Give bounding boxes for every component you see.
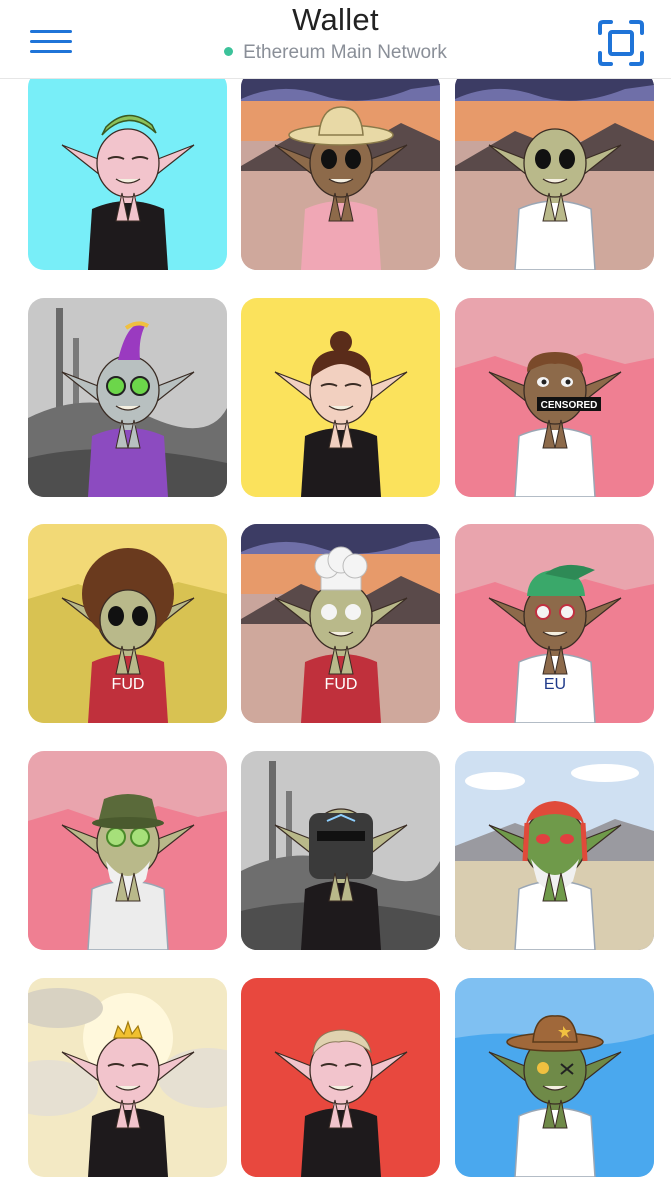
collectible-card[interactable] bbox=[455, 71, 654, 270]
page-title: Wallet bbox=[292, 2, 379, 37]
shirt-text: FUD bbox=[112, 676, 145, 693]
collectible-card[interactable] bbox=[28, 71, 227, 270]
shirt-text: EU bbox=[544, 676, 566, 693]
network-selector[interactable]: Ethereum Main Network bbox=[0, 42, 671, 64]
collectible-card[interactable]: FUD bbox=[28, 524, 227, 723]
collectible-artwork bbox=[28, 978, 227, 1177]
collectible-artwork bbox=[455, 71, 654, 270]
collectible-card[interactable] bbox=[241, 298, 440, 497]
collectible-card[interactable]: CENSORED bbox=[455, 298, 654, 497]
collectible-card[interactable] bbox=[28, 978, 227, 1177]
collectible-artwork bbox=[28, 71, 227, 270]
collectible-artwork: FUD bbox=[28, 524, 227, 723]
collectible-artwork bbox=[28, 298, 227, 497]
top-bar: Wallet Ethereum Main Network bbox=[0, 0, 671, 79]
collectible-card[interactable] bbox=[455, 751, 654, 950]
shirt-text: FUD bbox=[325, 676, 358, 693]
censored-label: CENSORED bbox=[541, 400, 598, 411]
network-name: Ethereum Main Network bbox=[243, 42, 447, 63]
collectible-artwork bbox=[455, 978, 654, 1177]
collectible-card[interactable] bbox=[241, 751, 440, 950]
collectible-artwork bbox=[241, 978, 440, 1177]
qr-scan-icon bbox=[598, 20, 644, 66]
collectibles-grid: CENSORED FUD FUD EU bbox=[0, 0, 671, 1200]
collectible-artwork: FUD bbox=[241, 524, 440, 723]
collectible-artwork bbox=[28, 751, 227, 950]
collectible-artwork: CENSORED bbox=[455, 298, 654, 497]
collectible-card[interactable] bbox=[241, 978, 440, 1177]
network-status-dot bbox=[224, 47, 234, 56]
collectible-card[interactable]: EU bbox=[455, 524, 654, 723]
collectible-artwork: EU bbox=[455, 524, 654, 723]
collectible-artwork bbox=[241, 751, 440, 950]
collectible-artwork bbox=[241, 298, 440, 497]
collectible-card[interactable] bbox=[28, 751, 227, 950]
scan-button[interactable] bbox=[597, 19, 645, 67]
collectible-card[interactable] bbox=[28, 298, 227, 497]
collectible-artwork bbox=[455, 751, 654, 950]
collectible-artwork bbox=[241, 71, 440, 270]
collectible-card[interactable] bbox=[455, 978, 654, 1177]
collectible-card[interactable] bbox=[241, 71, 440, 270]
collectible-card[interactable]: FUD bbox=[241, 524, 440, 723]
